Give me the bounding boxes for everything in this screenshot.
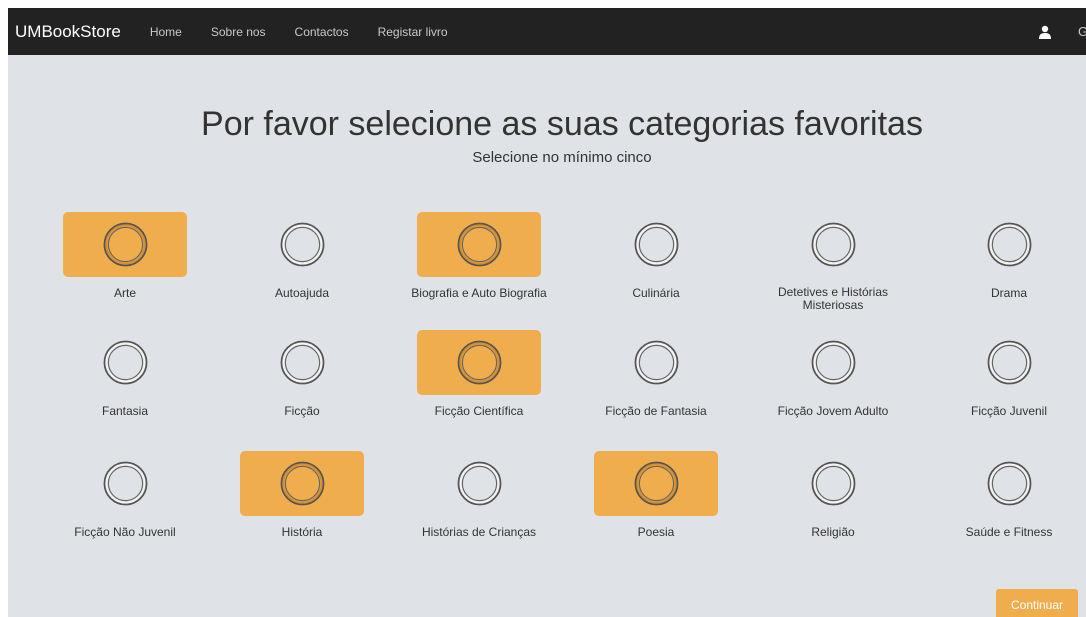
nav-cut-text[interactable]: G [1078, 24, 1086, 39]
category-label: Biografia e Auto Biografia [411, 286, 547, 300]
radio-ring-icon [457, 461, 501, 506]
category-label: Ficção Científica [434, 404, 524, 418]
nav-link-register-book[interactable]: Registar livro [378, 25, 448, 39]
category-label: Drama [990, 286, 1027, 300]
radio-ring-icon [103, 461, 147, 506]
radio-ring-icon [103, 340, 147, 385]
radio-ring-icon [634, 461, 678, 506]
radio-ring-icon [987, 222, 1031, 267]
category-item[interactable]: Ficção Juvenil [934, 330, 1084, 418]
radio-ring-icon [634, 222, 678, 267]
radio-ring-icon [280, 340, 324, 385]
category-toggle[interactable] [417, 451, 541, 516]
category-item[interactable]: Detetives e Histórias Misteriosas [758, 212, 908, 312]
category-item[interactable]: Ficção Não Juvenil [50, 451, 200, 539]
category-toggle[interactable] [947, 451, 1071, 516]
radio-ring-icon [811, 340, 855, 385]
category-item[interactable]: Histórias de Crianças [404, 451, 554, 539]
category-item[interactable]: Ficção de Fantasia [581, 330, 731, 418]
category-label: Culinária [632, 286, 680, 300]
radio-ring-icon [987, 340, 1031, 385]
nav-link-home[interactable]: Home [150, 25, 182, 39]
radio-ring-icon [987, 461, 1031, 506]
radio-ring-icon [103, 222, 147, 267]
category-toggle[interactable] [240, 451, 364, 516]
category-label: Ficção Jovem Adulto [777, 404, 889, 418]
category-toggle[interactable] [417, 330, 541, 395]
category-item[interactable]: Ficção Jovem Adulto [758, 330, 908, 418]
radio-ring-icon [634, 340, 678, 385]
radio-ring-icon [280, 461, 324, 506]
radio-ring-icon [811, 222, 855, 267]
brand-logo[interactable]: UMBookStore [15, 22, 121, 42]
category-grid: Arte Autoajuda Biografia e Auto Biografia C… [8, 55, 1086, 617]
category-toggle[interactable] [240, 212, 364, 277]
category-label: Arte [113, 286, 136, 300]
category-label: História [281, 525, 323, 539]
radio-ring-icon [457, 340, 501, 385]
nav-link-contacts[interactable]: Contactos [295, 25, 349, 39]
category-toggle[interactable] [63, 451, 187, 516]
category-toggle[interactable] [771, 212, 895, 277]
category-item[interactable]: História [227, 451, 377, 539]
category-toggle[interactable] [771, 330, 895, 395]
user-icon[interactable] [1038, 25, 1052, 39]
nav-right: G [1038, 8, 1086, 55]
main-content: Por favor selecione as suas categorias f… [8, 55, 1086, 617]
category-item[interactable]: Biografia e Auto Biografia [404, 212, 554, 300]
category-label: Ficção Juvenil [970, 404, 1048, 418]
category-toggle[interactable] [63, 330, 187, 395]
category-toggle[interactable] [771, 451, 895, 516]
navbar: UMBookStore Home Sobre nos Contactos Reg… [8, 8, 1086, 55]
category-label: Histórias de Crianças [421, 525, 537, 539]
category-label: Ficção Não Juvenil [74, 525, 176, 539]
category-toggle[interactable] [63, 212, 187, 277]
category-label: Ficção de Fantasia [605, 404, 707, 418]
category-item[interactable]: Ficção Científica [404, 330, 554, 418]
category-label: Fantasia [101, 404, 149, 418]
category-label: Detetives e Histórias Misteriosas [777, 285, 889, 312]
category-toggle[interactable] [594, 212, 718, 277]
category-item[interactable]: Ficção [227, 330, 377, 418]
category-toggle[interactable] [240, 330, 364, 395]
category-label: Ficção [284, 404, 320, 418]
category-item[interactable]: Religião [758, 451, 908, 539]
category-toggle[interactable] [947, 212, 1071, 277]
category-toggle[interactable] [417, 212, 541, 277]
category-label: Religião [811, 525, 855, 539]
category-toggle[interactable] [594, 451, 718, 516]
radio-ring-icon [280, 222, 324, 267]
radio-ring-icon [811, 461, 855, 506]
nav-link-about[interactable]: Sobre nos [211, 25, 266, 39]
category-toggle[interactable] [594, 330, 718, 395]
category-item[interactable]: Culinária [581, 212, 731, 300]
category-item[interactable]: Arte [50, 212, 200, 300]
category-item[interactable]: Drama [934, 212, 1084, 300]
continue-button[interactable]: Continuar [996, 589, 1078, 617]
category-item[interactable]: Autoajuda [227, 212, 377, 300]
category-label: Autoajuda [274, 286, 330, 300]
category-label: Poesia [637, 525, 675, 539]
category-toggle[interactable] [947, 330, 1071, 395]
category-label: Saúde e Fitness [965, 525, 1053, 539]
category-item[interactable]: Saúde e Fitness [934, 451, 1084, 539]
category-item[interactable]: Poesia [581, 451, 731, 539]
radio-ring-icon [457, 222, 501, 267]
category-item[interactable]: Fantasia [50, 330, 200, 418]
